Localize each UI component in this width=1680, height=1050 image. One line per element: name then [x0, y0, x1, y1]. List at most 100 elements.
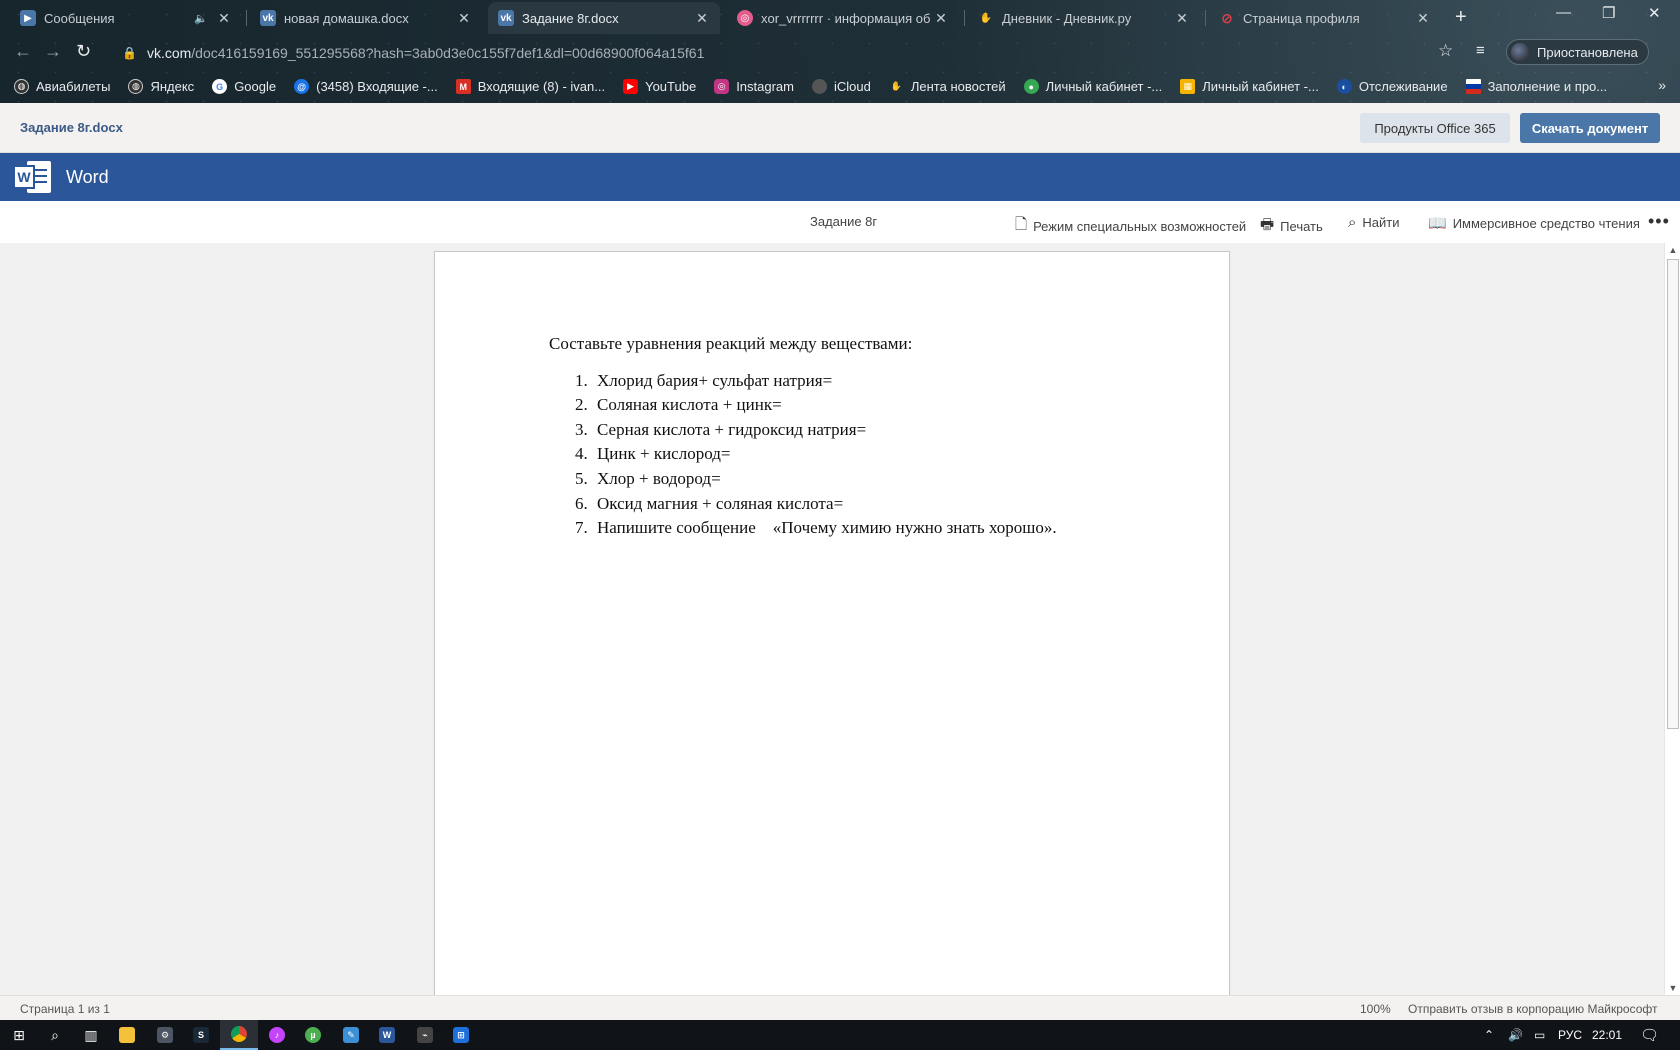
bookmark-item[interactable]: ◐ Отслеживание: [1336, 79, 1448, 94]
feedback-link[interactable]: Отправить отзыв в корпорацию Майкрософт: [1408, 1002, 1657, 1016]
steam-icon[interactable]: S: [182, 1020, 220, 1050]
document-lead-text: Составьте уравнения реакций между вещест…: [549, 334, 913, 353]
document-title: Задание 8г: [810, 214, 878, 229]
app-icon[interactable]: ✎: [332, 1020, 370, 1050]
tracking-icon: ◐: [1336, 79, 1352, 94]
vk-icon: vk: [498, 10, 514, 26]
vk-icon: vk: [260, 10, 276, 26]
document-header: Задание 8г.docx Продукты Office 365 Скач…: [0, 103, 1680, 153]
input-language[interactable]: РУС: [1558, 1028, 1582, 1042]
bookmark-item[interactable]: M Входящие (8) - ivan...: [455, 79, 605, 94]
new-tab-button[interactable]: +: [1455, 6, 1467, 29]
task-view-icon[interactable]: ▥: [72, 1020, 110, 1050]
bookmark-item[interactable]: Заполнение и про...: [1465, 79, 1607, 94]
tray-chevron-up-icon[interactable]: ⌃: [1484, 1028, 1494, 1042]
lock-icon[interactable]: 🔒: [122, 46, 137, 60]
restore-icon[interactable]: ❐: [1602, 4, 1615, 22]
profile-button[interactable]: Приостановлена: [1506, 39, 1649, 65]
itunes-icon[interactable]: ♪: [258, 1020, 296, 1050]
apple-icon: [812, 79, 827, 94]
search-icon[interactable]: ⌕: [36, 1020, 74, 1050]
document-filename: Задание 8г.docx: [20, 120, 123, 135]
tab-separator: [1205, 10, 1206, 26]
vertical-scrollbar[interactable]: ▲ ▼: [1664, 243, 1680, 995]
bookmark-item[interactable]: ▦ Личный кабинет -...: [1180, 79, 1319, 94]
app-icon[interactable]: ⚙: [146, 1020, 184, 1050]
gosuslugi-icon: ⊘: [1221, 9, 1233, 26]
browser-chrome: ▶ Сообщения 🔈 ✕ vk новая домашка.docx ✕ …: [0, 0, 1680, 103]
tab-profile-page[interactable]: ⊘ Страница профиля ✕: [1209, 2, 1441, 34]
list-item: 3. Серная кислота + гидроксид натрия=: [575, 419, 867, 439]
bookmark-item[interactable]: ✋ Лента новостей: [889, 79, 1006, 94]
bookmark-item[interactable]: @ (3458) Входящие -...: [294, 79, 438, 94]
reload-icon[interactable]: ↻: [76, 41, 91, 62]
close-tab-icon[interactable]: ✕: [1415, 10, 1431, 27]
immersive-reader-button[interactable]: 📖 Иммерсивное средство чтения: [1428, 214, 1640, 232]
office365-products-button[interactable]: Продукты Office 365: [1360, 113, 1510, 143]
volume-icon[interactable]: 🔊: [1508, 1028, 1523, 1042]
close-tab-icon[interactable]: ✕: [456, 10, 472, 27]
clock-time[interactable]: 22:01: [1592, 1028, 1622, 1042]
download-document-button[interactable]: Скачать документ: [1520, 113, 1660, 143]
browser-toolbar: ← → ↻ 🔒 vk.com/doc416159169_551295568?ha…: [0, 34, 1680, 70]
zoom-level[interactable]: 100%: [1360, 1002, 1391, 1016]
hand-icon: ✋: [890, 81, 902, 91]
close-window-icon[interactable]: ✕: [1648, 4, 1661, 22]
find-button[interactable]: ⌕ Найти: [1348, 214, 1400, 231]
notification-icon[interactable]: 🗨: [1640, 1026, 1659, 1044]
accessibility-document-icon: 🗋: [1015, 216, 1028, 233]
list-item: 1. Хлорид бария+ сульфат натрия=: [575, 370, 833, 390]
battery-icon[interactable]: ▭: [1534, 1028, 1545, 1042]
command-bar: Задание 8г 🗋 Режим специальных возможност…: [0, 201, 1680, 243]
circle-icon: ◎: [737, 10, 753, 26]
bookmark-item[interactable]: ▶ YouTube: [623, 79, 696, 94]
list-item: 5. Хлор + водород=: [575, 468, 721, 488]
page-count: Страница 1 из 1: [20, 1002, 110, 1016]
bookmark-item[interactable]: G Google: [212, 79, 276, 94]
more-options-icon[interactable]: •••: [1648, 211, 1670, 232]
utorrent-icon[interactable]: µ: [294, 1020, 332, 1050]
tab-diary[interactable]: ✋ Дневник - Дневник.ру ✕: [968, 2, 1200, 34]
tab-profile-info[interactable]: ◎ xor_vrrrrrrr · информация об и ✕: [727, 2, 959, 34]
bookmark-item[interactable]: iCloud: [812, 79, 871, 94]
scroll-down-icon[interactable]: ▼: [1667, 983, 1679, 993]
bookmark-star-icon[interactable]: ☆: [1438, 41, 1453, 61]
scrollbar-thumb[interactable]: [1667, 259, 1679, 729]
document-page: Составьте уравнения реакций между вещест…: [434, 251, 1230, 995]
chrome-icon[interactable]: [220, 1020, 258, 1050]
speaker-icon[interactable]: 🔈: [194, 12, 208, 25]
app-icon[interactable]: ⊞: [442, 1020, 480, 1050]
grid-icon: ▦: [1180, 79, 1196, 94]
print-button[interactable]: 🖶 Печать: [1260, 214, 1323, 239]
close-tab-icon[interactable]: ✕: [694, 10, 710, 27]
bookmark-item[interactable]: ◍ Яндекс: [128, 79, 194, 94]
back-arrow-icon[interactable]: ←: [14, 41, 32, 62]
minimize-icon[interactable]: —: [1556, 4, 1571, 21]
globe-icon: ◍: [14, 79, 29, 94]
word-icon[interactable]: W: [368, 1020, 406, 1050]
bookmark-item[interactable]: ◎ Instagram: [714, 79, 794, 94]
chevron-double-right-icon[interactable]: »: [1658, 77, 1666, 93]
bookmark-item[interactable]: ● Личный кабинет -...: [1023, 79, 1162, 94]
bookmark-item[interactable]: ◍ Авиабилеты: [14, 79, 110, 94]
tab-messages[interactable]: ▶ Сообщения 🔈 ✕: [10, 2, 242, 34]
close-tab-icon[interactable]: ✕: [933, 10, 949, 27]
accessibility-mode-button[interactable]: 🗋 Режим специальных возможностей: [1015, 214, 1246, 239]
forward-arrow-icon[interactable]: →: [44, 41, 62, 62]
russia-flag-icon: [1465, 79, 1481, 94]
scroll-up-icon[interactable]: ▲: [1667, 245, 1679, 255]
document-canvas[interactable]: Составьте уравнения реакций между вещест…: [0, 243, 1664, 995]
file-explorer-icon[interactable]: [108, 1020, 146, 1050]
hand-icon: ✋: [979, 12, 993, 24]
close-tab-icon[interactable]: ✕: [1174, 10, 1190, 27]
reading-list-icon[interactable]: ≡: [1476, 42, 1485, 59]
instagram-icon: ◎: [714, 79, 730, 94]
app-icon[interactable]: ⌁: [406, 1020, 444, 1050]
tab-homework[interactable]: vk новая домашка.docx ✕: [250, 2, 482, 34]
tab-assignment-active[interactable]: vk Задание 8г.docx ✕: [488, 2, 720, 34]
status-bar: Страница 1 из 1 100% Отправить отзыв в к…: [0, 995, 1680, 1020]
mail-at-icon: @: [294, 79, 310, 94]
address-bar[interactable]: 🔒 vk.com/doc416159169_551295568?hash=3ab…: [112, 38, 1462, 68]
close-tab-icon[interactable]: ✕: [216, 10, 232, 27]
windows-start-icon[interactable]: ⊞: [0, 1020, 38, 1050]
